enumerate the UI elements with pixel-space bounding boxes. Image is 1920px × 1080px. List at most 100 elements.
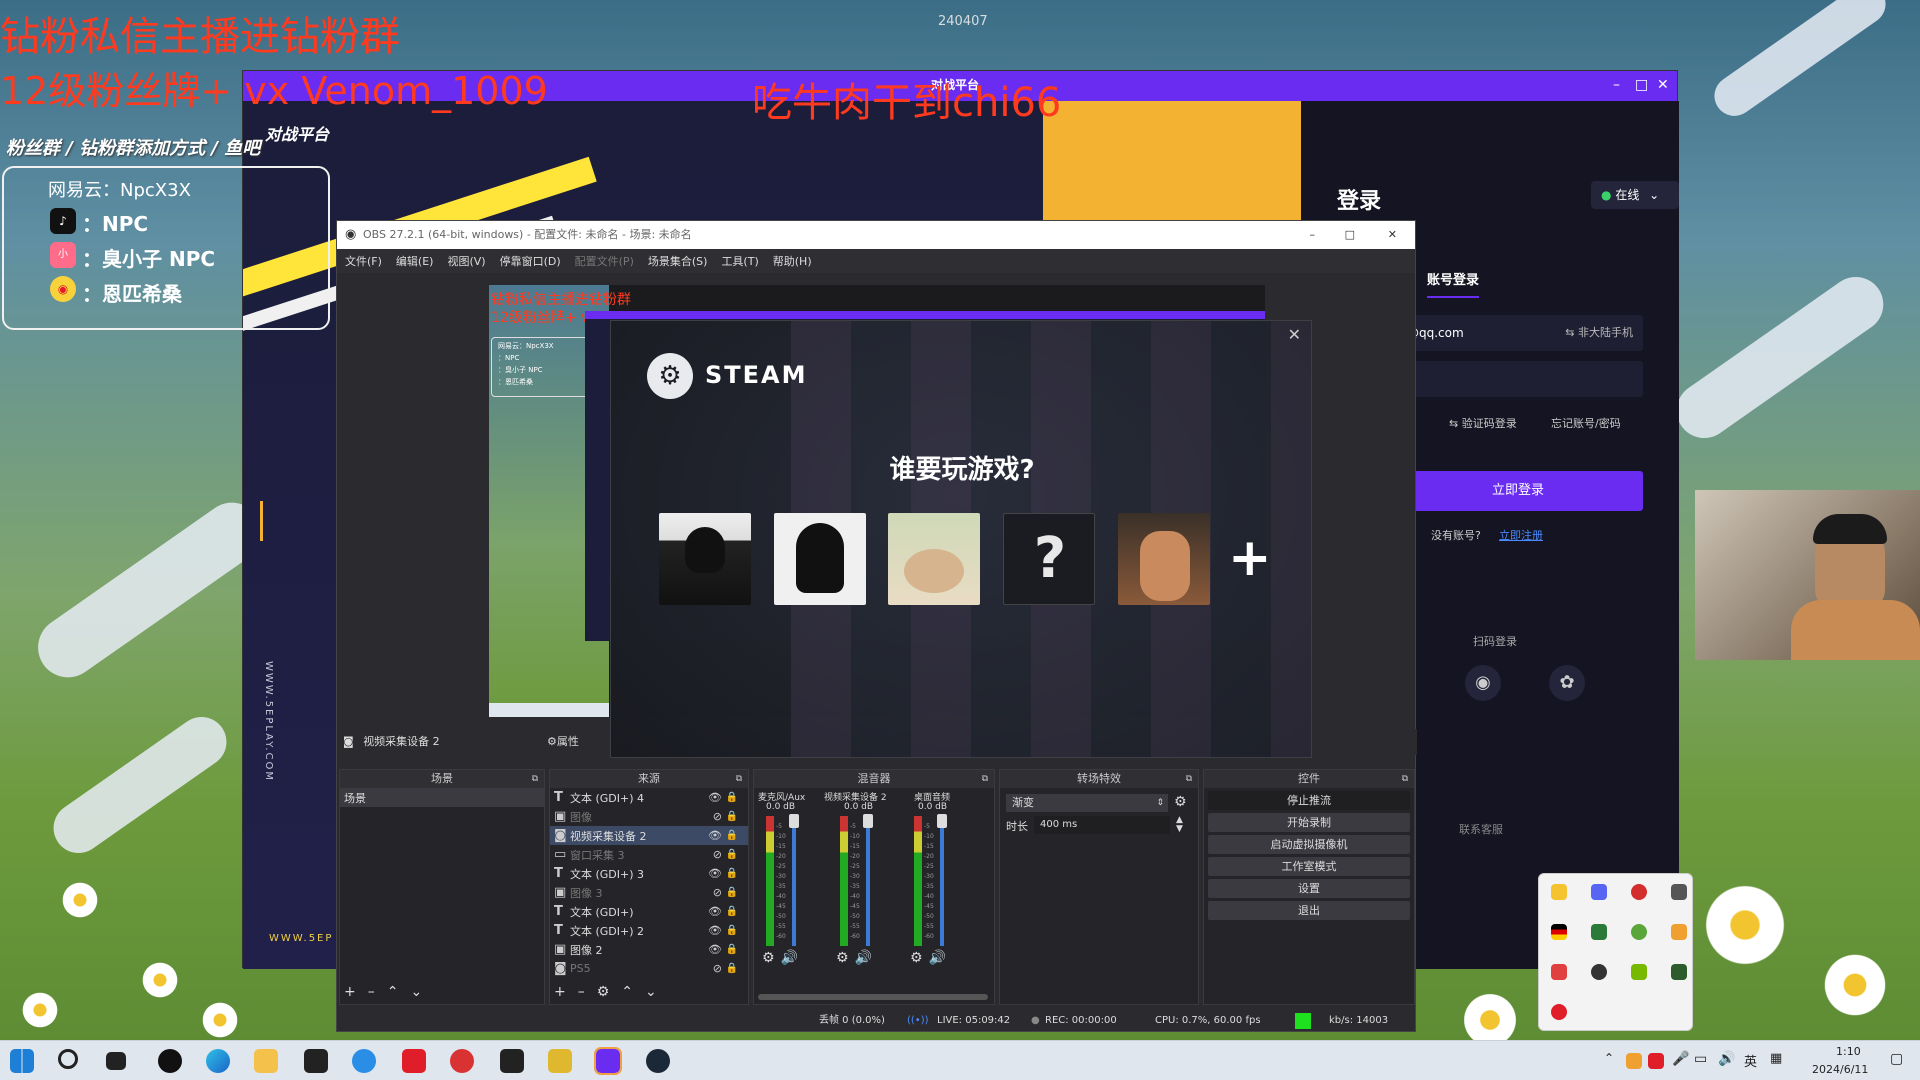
- gear-icon[interactable]: ⚙: [1174, 794, 1187, 810]
- search-icon[interactable]: [58, 1049, 78, 1069]
- account-avatar[interactable]: [659, 513, 751, 605]
- speaker-icon[interactable]: 🔊: [781, 950, 798, 966]
- clock-date[interactable]: 2024/6/11: [1812, 1063, 1868, 1076]
- tray-app-icon[interactable]: [1648, 1053, 1664, 1069]
- start-windows-icon[interactable]: [10, 1049, 34, 1073]
- forgot-link[interactable]: 忘记账号/密码: [1551, 415, 1621, 431]
- undock-icon[interactable]: ⧉: [736, 770, 742, 788]
- game-face-icon[interactable]: [548, 1049, 572, 1073]
- properties-button[interactable]: ⚙属性: [547, 729, 579, 755]
- fader-knob[interactable]: [789, 814, 799, 828]
- transition-select[interactable]: 渐变 ⇕: [1006, 794, 1168, 812]
- discord-icon[interactable]: [1591, 884, 1607, 900]
- fader-knob[interactable]: [863, 814, 873, 828]
- visibility-eye-icon[interactable]: 👁: [708, 791, 722, 804]
- visibility-eye-icon[interactable]: 👁: [708, 943, 722, 956]
- lock-icon[interactable]: 🔒: [726, 887, 738, 898]
- undock-icon[interactable]: ⧉: [532, 770, 538, 788]
- exit-button[interactable]: 退出: [1208, 901, 1410, 920]
- virtual-camera-button[interactable]: 启动虚拟摄像机: [1208, 835, 1410, 854]
- shield-icon[interactable]: [1551, 884, 1567, 900]
- mixer-scrollbar[interactable]: [758, 994, 988, 1000]
- password-field[interactable]: [1403, 361, 1643, 397]
- move-up-icon[interactable]: ⌃: [387, 984, 399, 1000]
- undock-icon[interactable]: ⧉: [1186, 770, 1192, 788]
- wechat-login-icon[interactable]: ✿: [1549, 665, 1585, 701]
- move-down-icon[interactable]: ⌄: [410, 984, 422, 1000]
- source-item[interactable]: ◙ 视频采集设备 2 👁 🔒: [550, 826, 748, 845]
- steam-taskbar-icon[interactable]: [646, 1049, 670, 1073]
- netease-music-icon[interactable]: [402, 1049, 426, 1073]
- source-item[interactable]: ▣ 图像 ⊘ 🔒: [550, 807, 748, 826]
- visibility-eye-icon[interactable]: 👁: [708, 867, 722, 880]
- move-down-icon[interactable]: ⌄: [645, 984, 657, 1000]
- qq-icon[interactable]: [158, 1049, 182, 1073]
- game-client-icon[interactable]: [1591, 964, 1607, 980]
- lock-icon[interactable]: 🔒: [726, 792, 738, 803]
- lock-icon[interactable]: 🔒: [726, 944, 738, 955]
- remove-icon[interactable]: –: [368, 984, 375, 1000]
- lock-icon[interactable]: 🔒: [726, 868, 738, 879]
- chevron-up-icon[interactable]: ⌃: [1604, 1051, 1614, 1065]
- menu-profile[interactable]: 配置文件(P): [575, 253, 634, 269]
- register-link[interactable]: 立即注册: [1499, 527, 1543, 543]
- task-view-icon[interactable]: [106, 1052, 126, 1070]
- source-item[interactable]: T 文本 (GDI+) 👁 🔒: [550, 902, 748, 921]
- file-explorer-icon[interactable]: [254, 1049, 278, 1073]
- contact-support-link[interactable]: 联系客服: [1459, 821, 1503, 837]
- usb-icon[interactable]: [1671, 884, 1687, 900]
- volume-fader[interactable]: [866, 816, 870, 946]
- close-icon[interactable]: ✕: [1657, 77, 1669, 93]
- menu-docks[interactable]: 停靠窗口(D): [500, 253, 561, 269]
- edge-icon[interactable]: [206, 1049, 230, 1073]
- settings-button[interactable]: 设置: [1208, 879, 1410, 898]
- spin-arrows-icon[interactable]: ▲ ▼: [1176, 816, 1183, 834]
- gpu-icon[interactable]: [1591, 924, 1607, 940]
- network-icon[interactable]: ▭: [1694, 1051, 1707, 1067]
- visibility-eye-icon[interactable]: 👁: [708, 829, 722, 842]
- studio-mode-button[interactable]: 工作室模式: [1208, 857, 1410, 876]
- obs-title-bar[interactable]: ◉ OBS 27.2.1 (64-bit, windows) - 配置文件: 未…: [337, 221, 1415, 249]
- close-icon[interactable]: ✕: [1288, 325, 1301, 344]
- source-item[interactable]: T 文本 (GDI+) 3 👁 🔒: [550, 864, 748, 883]
- speaker-icon[interactable]: 🔊: [929, 950, 946, 966]
- volume-fader[interactable]: [792, 816, 796, 946]
- source-item[interactable]: ◙ PS5 ⊘ 🔒: [550, 959, 748, 978]
- source-item[interactable]: ▭ 窗口采集 3 ⊘ 🔒: [550, 845, 748, 864]
- menu-scene-collection[interactable]: 场景集合(S): [648, 253, 708, 269]
- menu-edit[interactable]: 编辑(E): [396, 253, 434, 269]
- account-avatar[interactable]: [774, 513, 866, 605]
- kook-icon[interactable]: [352, 1049, 376, 1073]
- minimize-icon[interactable]: –: [1613, 77, 1620, 93]
- hidden-eye-icon[interactable]: ⊘: [713, 848, 722, 861]
- stop-streaming-button[interactable]: 停止推流: [1208, 791, 1410, 810]
- globe-icon[interactable]: [1631, 924, 1647, 940]
- login-button[interactable]: 立即登录: [1393, 471, 1643, 511]
- monitor-icon[interactable]: [1671, 964, 1687, 980]
- start-recording-button[interactable]: 开始录制: [1208, 813, 1410, 832]
- flag-icon[interactable]: [1551, 924, 1567, 940]
- netease-music-icon[interactable]: [1551, 1004, 1567, 1020]
- volume-icon[interactable]: 🔊: [1718, 1051, 1735, 1067]
- speaker-icon[interactable]: 🔊: [855, 950, 872, 966]
- lock-icon[interactable]: 🔒: [726, 811, 738, 822]
- tab-account-login[interactable]: 账号登录: [1427, 269, 1480, 298]
- undock-icon[interactable]: ⧉: [982, 770, 988, 788]
- clock-time[interactable]: 1:10: [1836, 1045, 1861, 1058]
- source-item[interactable]: ▣ 图像 2 👁 🔒: [550, 940, 748, 959]
- visibility-eye-icon[interactable]: 👁: [708, 924, 722, 937]
- antivirus-icon[interactable]: [1551, 964, 1567, 980]
- lock-icon[interactable]: 🔒: [726, 849, 738, 860]
- menu-view[interactable]: 视图(V): [447, 253, 485, 269]
- hidden-eye-icon[interactable]: ⊘: [713, 810, 722, 823]
- status-dropdown[interactable]: ● 在线 ⌄: [1591, 181, 1679, 209]
- account-avatar[interactable]: [1118, 513, 1210, 605]
- lock-icon[interactable]: 🔒: [726, 963, 738, 974]
- gear-icon[interactable]: ⚙: [910, 950, 923, 966]
- qq-login-icon[interactable]: ◉: [1465, 665, 1501, 701]
- remove-icon[interactable]: –: [578, 984, 585, 1000]
- minimize-icon[interactable]: –: [1310, 221, 1316, 249]
- notification-icon[interactable]: ▢: [1890, 1051, 1903, 1067]
- volume-fader[interactable]: [940, 816, 944, 946]
- visibility-eye-icon[interactable]: 👁: [708, 905, 722, 918]
